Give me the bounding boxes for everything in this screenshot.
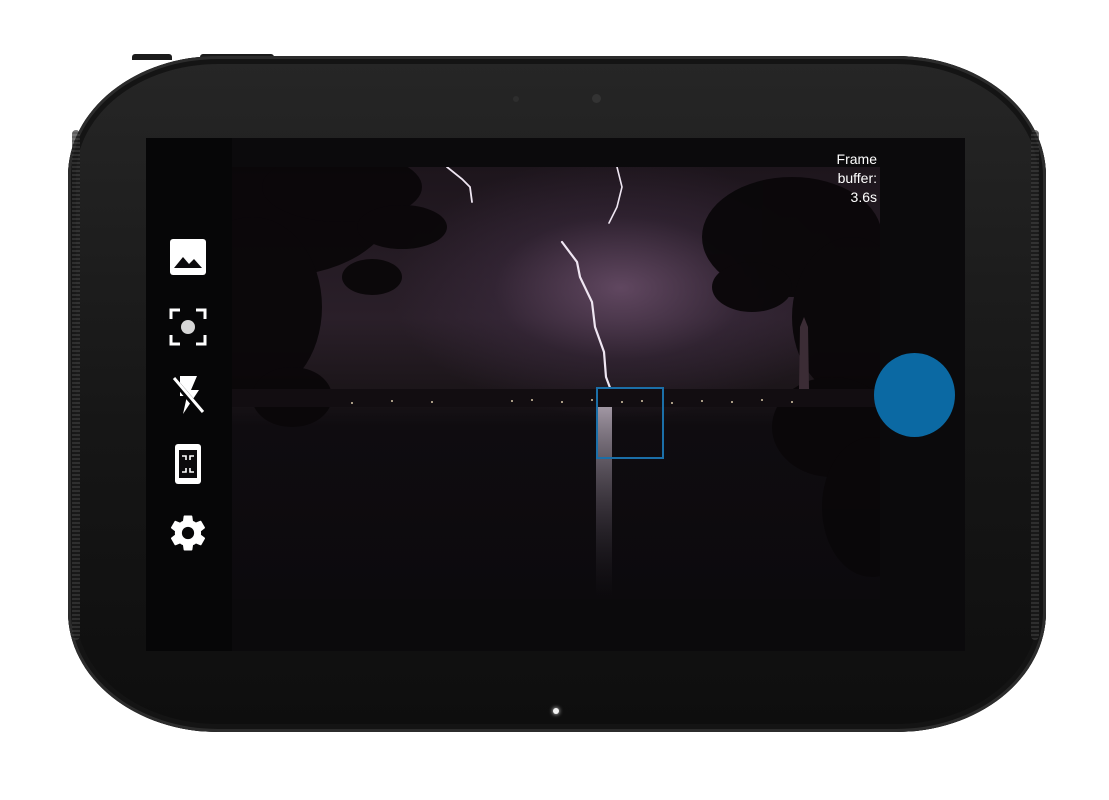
settings-button[interactable] <box>166 511 210 555</box>
screen: Frame buffer: 3.6s <box>146 138 965 651</box>
camera-sidebar <box>146 138 232 651</box>
focus-mode-icon <box>169 308 207 346</box>
gallery-button[interactable] <box>166 235 210 279</box>
notification-light <box>553 708 559 714</box>
proximity-sensor <box>513 96 519 102</box>
frame-buffer-button[interactable] <box>166 442 210 486</box>
camera-preview[interactable] <box>232 167 880 599</box>
shutter-button[interactable] <box>874 353 955 437</box>
left-speaker-grille <box>72 130 80 640</box>
power-button[interactable] <box>132 54 172 60</box>
status-line-2: buffer: <box>837 170 877 186</box>
gallery-icon <box>170 239 206 275</box>
frame-buffer-status: Frame buffer: 3.6s <box>837 150 877 207</box>
preview-image <box>232 167 880 597</box>
focus-indicator <box>596 387 664 459</box>
focus-mode-button[interactable] <box>166 305 210 349</box>
flash-toggle-button[interactable] <box>166 373 210 417</box>
right-speaker-grille <box>1031 130 1039 640</box>
front-camera <box>592 94 601 103</box>
status-line-1: Frame <box>836 151 877 167</box>
frame-buffer-icon <box>175 444 201 484</box>
flash-off-icon <box>170 376 205 415</box>
settings-icon <box>170 515 206 551</box>
status-line-3: 3.6s <box>850 189 877 205</box>
